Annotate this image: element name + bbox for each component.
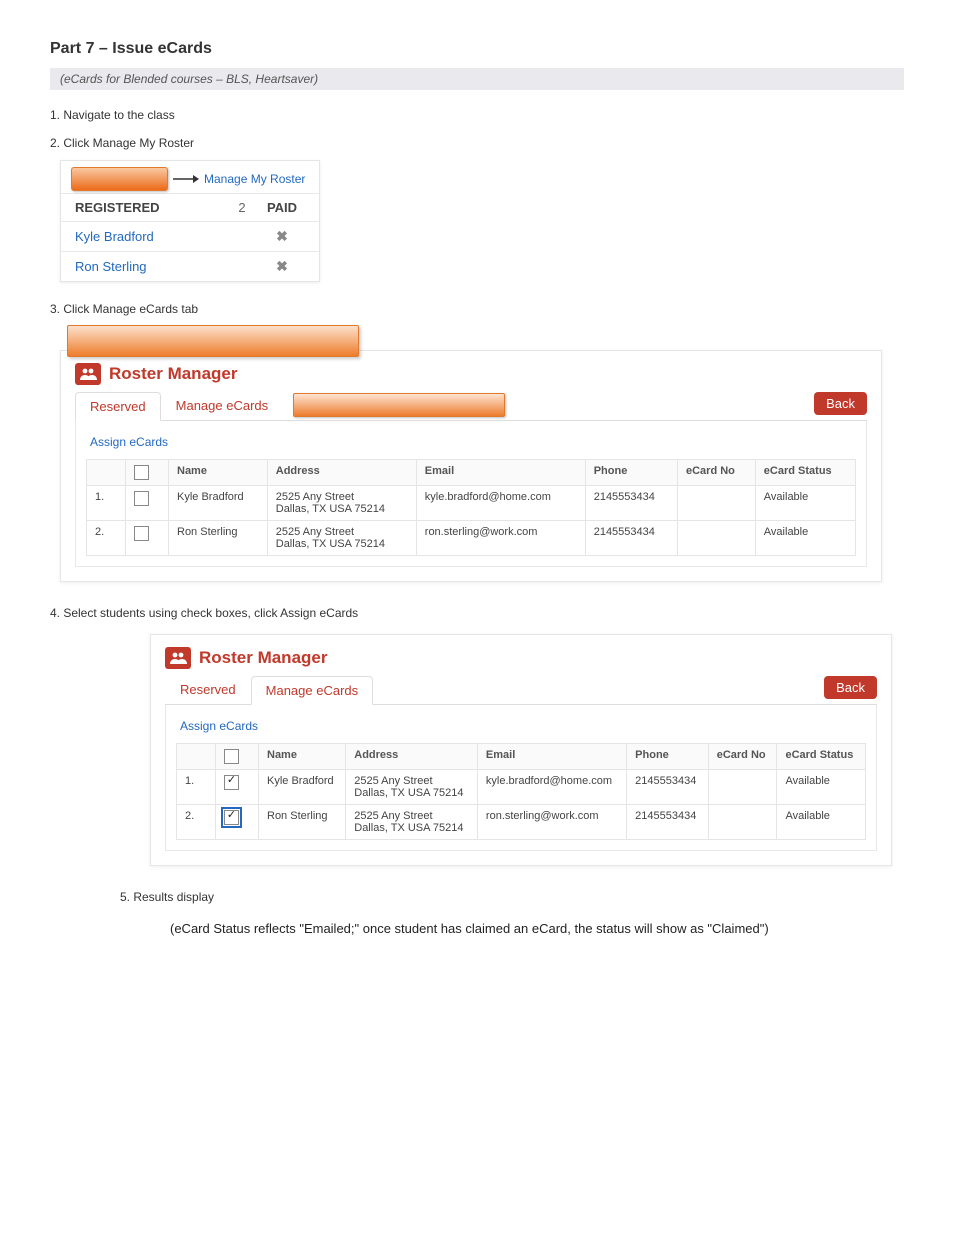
col-name: Name [169, 460, 268, 486]
row-ecard-status: Available [755, 521, 855, 556]
tab-manage-ecards[interactable]: Manage eCards [251, 676, 374, 705]
col-ecard-no: eCard No [678, 460, 756, 486]
row-checkbox[interactable] [134, 491, 149, 506]
people-icon [165, 647, 191, 669]
step-3: 3. Click Manage eCards tab [50, 302, 904, 316]
col-ecard-status: eCard Status [755, 460, 855, 486]
roster-table: Name Address Email Phone eCard No eCard … [86, 459, 856, 556]
row-checkbox[interactable] [224, 810, 239, 825]
remove-icon[interactable]: ✖ [257, 258, 307, 275]
row-phone: 2145553434 [585, 486, 677, 521]
row-index: 1. [87, 486, 126, 521]
manage-my-roster-link[interactable]: Manage My Roster [204, 172, 305, 186]
roster-mini-card: Manage My Roster REGISTERED 2 PAID Kyle … [60, 160, 320, 282]
row-phone: 2145553434 [585, 521, 677, 556]
doc-title: Part 7 – Issue eCards [50, 40, 904, 58]
row-name[interactable]: Ron Sterling [169, 521, 268, 556]
row-ecard-no [678, 486, 756, 521]
col-address: Address [346, 744, 478, 770]
row-checkbox[interactable] [224, 775, 239, 790]
row-ecard-no [708, 770, 777, 805]
select-all-checkbox[interactable] [134, 465, 149, 480]
roster-manager-title: Roster Manager [109, 364, 237, 384]
table-row: 2. Ron Sterling 2525 Any StreetDallas, T… [177, 805, 866, 840]
row-index: 2. [177, 805, 216, 840]
table-row: 1. Kyle Bradford 2525 Any StreetDallas, … [177, 770, 866, 805]
col-email: Email [416, 460, 585, 486]
assign-ecards-link[interactable]: Assign eCards [90, 435, 856, 449]
row-email[interactable]: ron.sterling@work.com [477, 805, 626, 840]
row-email[interactable]: ron.sterling@work.com [416, 521, 585, 556]
mini-row-name[interactable]: Ron Sterling [75, 259, 227, 274]
col-ecard-no: eCard No [708, 744, 777, 770]
row-name[interactable]: Ron Sterling [259, 805, 346, 840]
assign-ecards-link[interactable]: Assign eCards [180, 719, 866, 733]
row-name[interactable]: Kyle Bradford [259, 770, 346, 805]
row-address: 2525 Any StreetDallas, TX USA 75214 [346, 770, 478, 805]
table-row: 1. Kyle Bradford 2525 Any StreetDallas, … [87, 486, 856, 521]
col-index [177, 744, 216, 770]
row-ecard-no [708, 805, 777, 840]
col-name: Name [259, 744, 346, 770]
select-all-checkbox[interactable] [224, 749, 239, 764]
highlight-bar [67, 325, 359, 357]
col-phone: Phone [627, 744, 709, 770]
back-button[interactable]: Back [814, 392, 867, 415]
step-5-note: (eCard Status reflects "Emailed;" once s… [170, 920, 870, 938]
row-checkbox[interactable] [134, 526, 149, 541]
col-ecard-status: eCard Status [777, 744, 866, 770]
col-select [126, 460, 169, 486]
back-button[interactable]: Back [824, 676, 877, 699]
col-select [216, 744, 259, 770]
row-address: 2525 Any StreetDallas, TX USA 75214 [346, 805, 478, 840]
row-address: 2525 Any StreetDallas, TX USA 75214 [267, 486, 416, 521]
row-name[interactable]: Kyle Bradford [169, 486, 268, 521]
col-index [87, 460, 126, 486]
doc-subtitle: (eCards for Blended courses – BLS, Heart… [50, 68, 904, 90]
remove-icon[interactable]: ✖ [257, 228, 307, 245]
tab-reserved[interactable]: Reserved [165, 675, 251, 704]
row-index: 2. [87, 521, 126, 556]
col-phone: Phone [585, 460, 677, 486]
col-registered: REGISTERED [75, 200, 227, 215]
roster-manager-panel: Roster Manager Reserved Manage eCards Ba… [150, 634, 892, 866]
row-ecard-status: Available [755, 486, 855, 521]
step-2: 2. Click Manage My Roster [50, 136, 904, 150]
tab-reserved[interactable]: Reserved [75, 392, 161, 421]
row-phone: 2145553434 [627, 805, 709, 840]
row-index: 1. [177, 770, 216, 805]
arrow-icon [173, 172, 199, 186]
roster-manager-title: Roster Manager [199, 648, 327, 668]
col-address: Address [267, 460, 416, 486]
col-paid: PAID [257, 200, 307, 215]
table-row: 2. Ron Sterling 2525 Any StreetDallas, T… [87, 521, 856, 556]
registered-count: 2 [227, 200, 257, 215]
highlight-pill [293, 393, 505, 417]
col-email: Email [477, 744, 626, 770]
row-phone: 2145553434 [627, 770, 709, 805]
roster-manager-panel: Roster Manager Reserved Manage eCards Ba… [60, 350, 882, 582]
step-4: 4. Select students using check boxes, cl… [50, 606, 904, 620]
roster-table: Name Address Email Phone eCard No eCard … [176, 743, 866, 840]
mini-row-name[interactable]: Kyle Bradford [75, 229, 227, 244]
step-1: 1. Navigate to the class [50, 108, 904, 122]
people-icon [75, 363, 101, 385]
highlight-pill [71, 167, 168, 191]
row-ecard-status: Available [777, 805, 866, 840]
row-email[interactable]: kyle.bradford@home.com [477, 770, 626, 805]
row-ecard-no [678, 521, 756, 556]
row-email[interactable]: kyle.bradford@home.com [416, 486, 585, 521]
step-5: 5. Results display [120, 890, 904, 904]
row-address: 2525 Any StreetDallas, TX USA 75214 [267, 521, 416, 556]
row-ecard-status: Available [777, 770, 866, 805]
tab-manage-ecards[interactable]: Manage eCards [161, 391, 284, 420]
